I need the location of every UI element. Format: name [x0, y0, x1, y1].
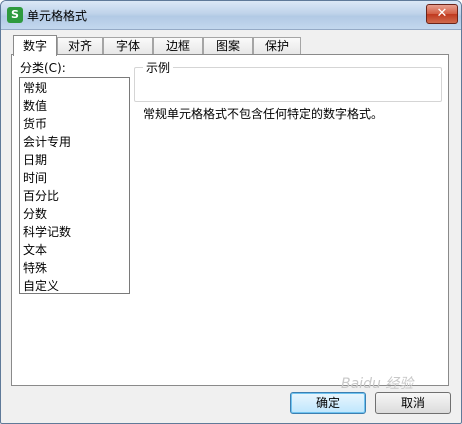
format-description: 常规单元格格式不包含任何特定的数字格式。: [143, 107, 384, 121]
ok-button[interactable]: 确定: [290, 392, 366, 414]
tab-number[interactable]: 数字: [13, 35, 57, 56]
tab-border[interactable]: 边框: [153, 37, 203, 55]
cancel-button[interactable]: 取消: [375, 392, 451, 414]
category-item-special[interactable]: 特殊: [23, 259, 47, 277]
category-item-fraction[interactable]: 分数: [23, 205, 47, 223]
category-item-accounting[interactable]: 会计专用: [23, 133, 71, 151]
category-item-number[interactable]: 数值: [23, 97, 47, 115]
category-item-text[interactable]: 文本: [23, 241, 47, 259]
title-bar: S 单元格格式 ✕: [1, 1, 461, 30]
sample-groupbox: [134, 67, 442, 102]
tab-protection[interactable]: 保护: [253, 37, 301, 55]
window-title: 单元格格式: [27, 9, 88, 23]
category-item-custom[interactable]: 自定义: [23, 277, 59, 295]
format-cells-dialog: S 单元格格式 ✕ 数字 对齐 字体 边框 图案 保护 分类(C): 常规 数值…: [0, 0, 462, 424]
category-item-time[interactable]: 时间: [23, 169, 47, 187]
watermark: Baidu 经验: [341, 376, 414, 392]
category-item-scientific[interactable]: 科学记数: [23, 223, 71, 241]
category-item-date[interactable]: 日期: [23, 151, 47, 169]
category-item-general[interactable]: 常规: [23, 79, 47, 97]
wps-spreadsheet-icon: S: [7, 7, 23, 23]
tab-pattern[interactable]: 图案: [203, 37, 253, 55]
sample-label: 示例: [143, 59, 174, 76]
category-label: 分类(C):: [20, 61, 66, 75]
close-button[interactable]: ✕: [426, 4, 458, 24]
category-item-currency[interactable]: 货币: [23, 115, 47, 133]
tab-font[interactable]: 字体: [103, 37, 153, 55]
number-tab-panel: 分类(C): 常规 数值 货币 会计专用 日期 时间 百分比 分数 科学记数 文…: [11, 54, 449, 386]
category-item-percentage[interactable]: 百分比: [23, 187, 59, 205]
tab-alignment[interactable]: 对齐: [57, 37, 103, 55]
category-listbox[interactable]: 常规 数值 货币 会计专用 日期 时间 百分比 分数 科学记数 文本 特殊 自定…: [19, 77, 130, 294]
